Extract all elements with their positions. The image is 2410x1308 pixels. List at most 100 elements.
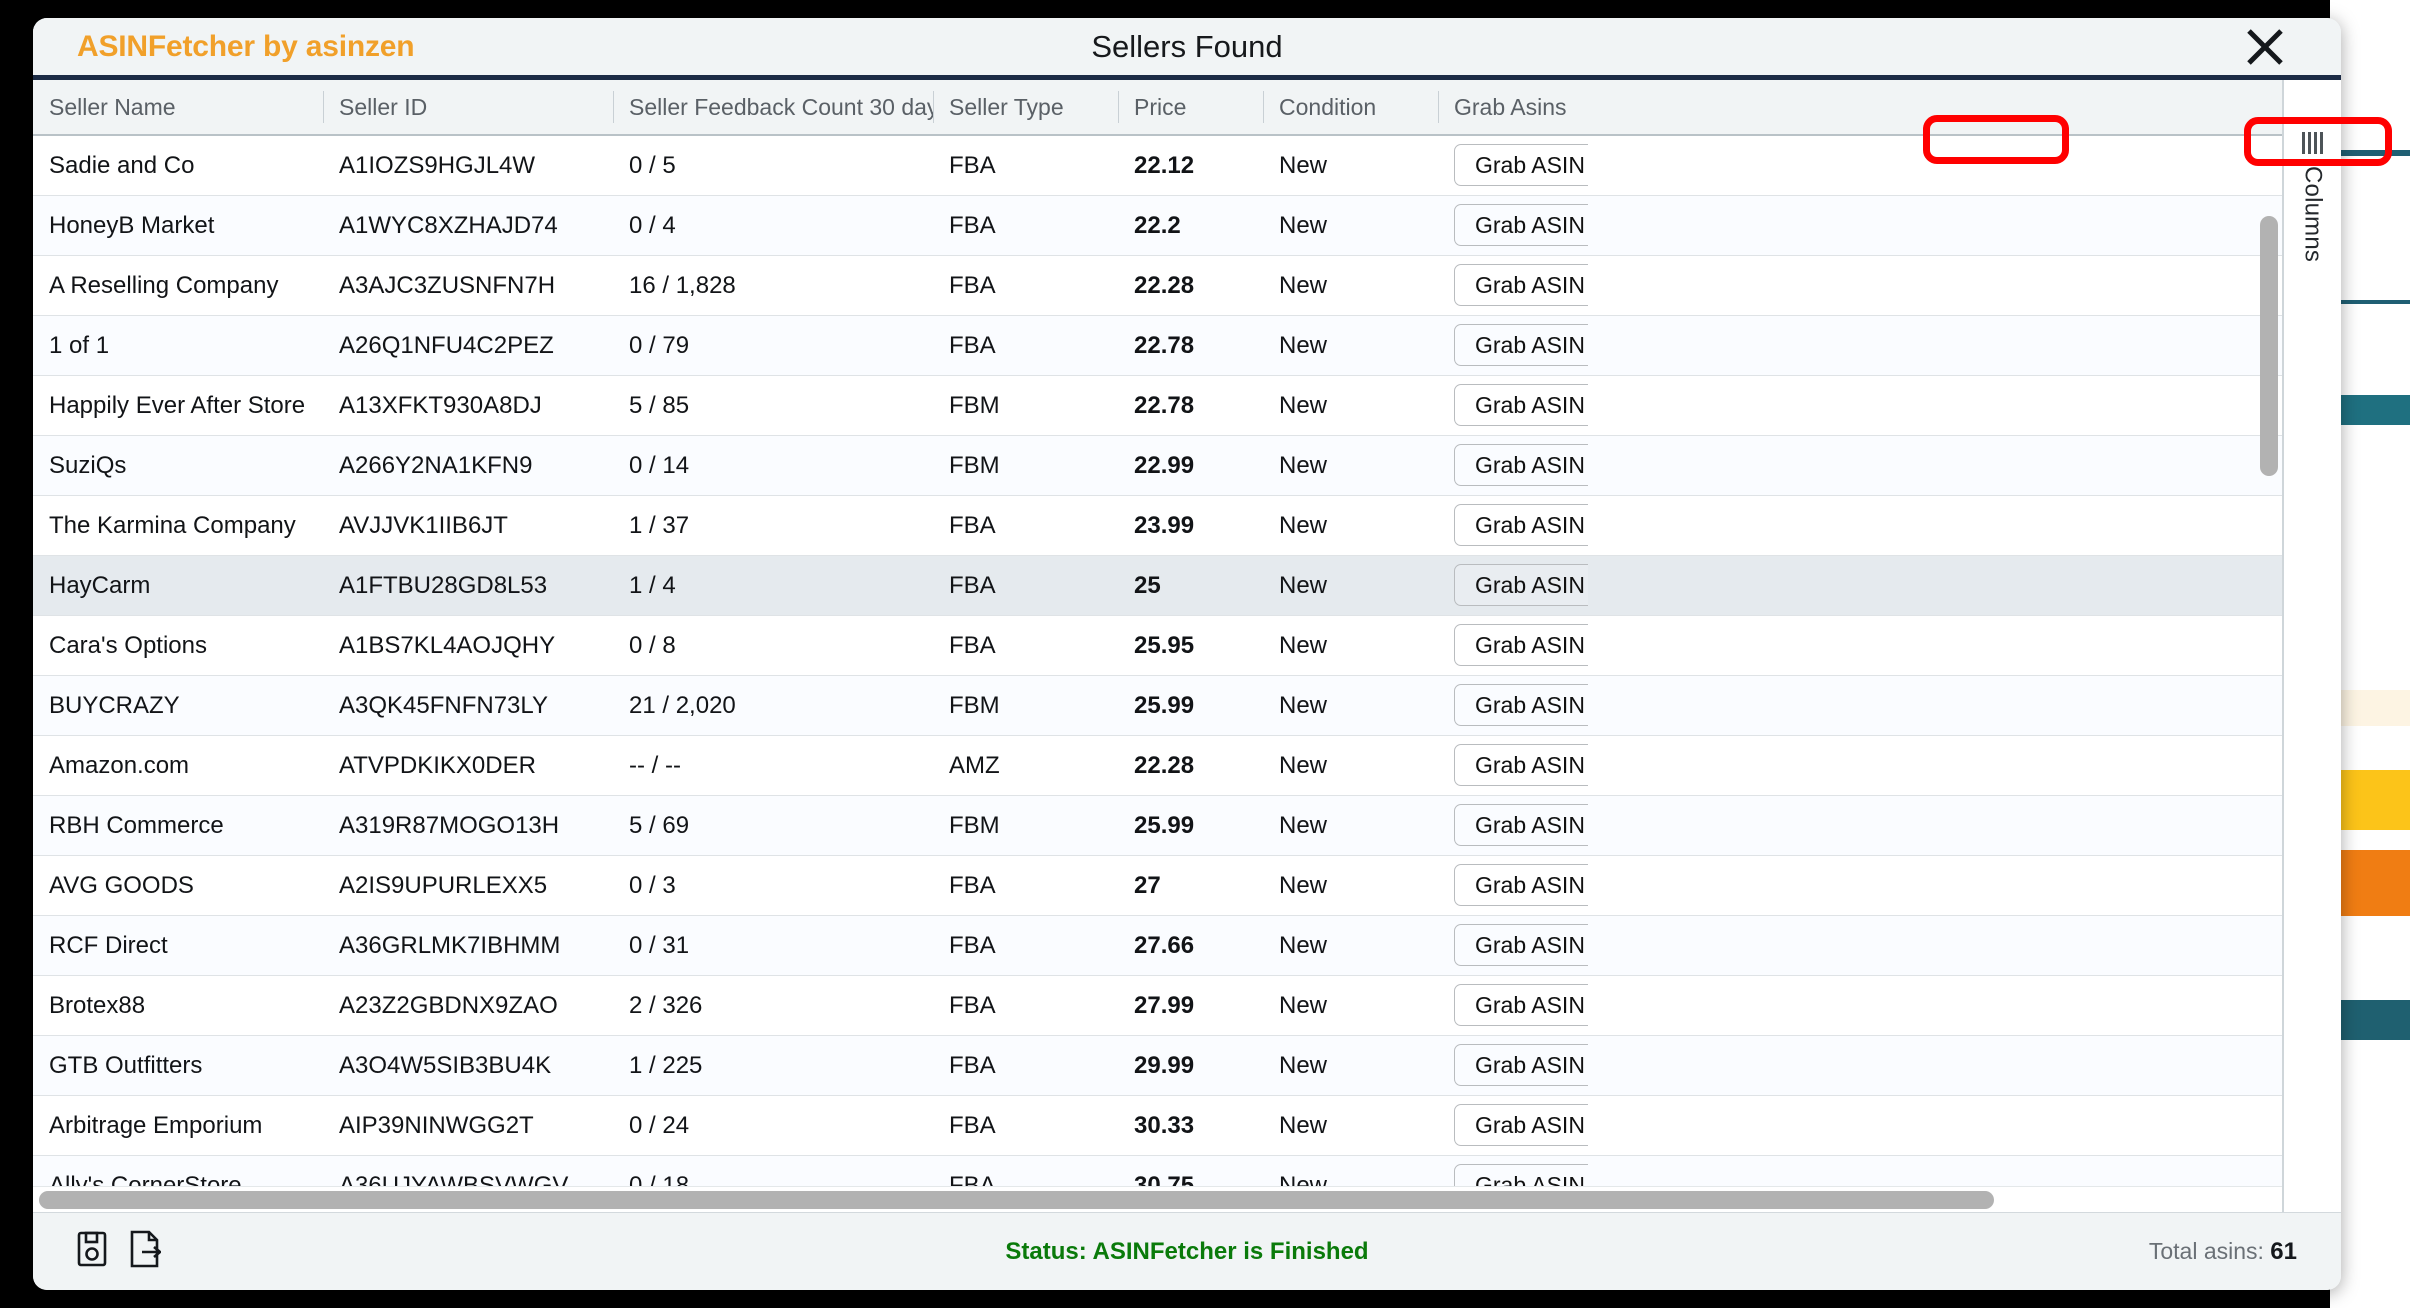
grab-asin-button[interactable]: Grab ASIN [1454,263,1588,306]
cell-seller-name: HoneyB Market [49,211,215,239]
table-row[interactable]: A Reselling Company A3AJC3ZUSNFN7H 16 / 1,… [33,256,2282,316]
table-row[interactable]: AVG GOODS A2IS9UPURLEXX5 0 / 3 FBA 27 New Grab… [33,856,2282,916]
cell-grab-asins: Grab ASIN [1438,376,1588,436]
close-icon[interactable] [2241,23,2289,71]
table-row[interactable]: Happily Ever After Store A13XFKT930A8DJ 5 … [33,376,2282,436]
table-horizontal-scrollbar[interactable] [33,1186,2282,1212]
table-row[interactable]: RBH Commerce A319R87MOGO13H 5 / 69 FBM 25.99… [33,796,2282,856]
cell-feedback-count: 0 / 3 [629,871,676,899]
cell-condition: New [1279,931,1328,959]
cell-seller-name: HayCarm [49,571,151,599]
cell-seller-id: A23Z2GBDNX9ZAO [339,991,558,1019]
cell-seller-type: AMZ [949,751,1000,779]
cell-feedback-count: 0 / 31 [629,931,690,959]
grab-asin-button[interactable]: Grab ASIN [1454,683,1588,726]
grab-asin-button[interactable]: Grab ASIN [1454,443,1588,486]
cell-condition: New [1279,391,1328,419]
column-header-seller-name[interactable]: Seller Name [33,79,323,135]
columns-panel-tab[interactable]: Columns [2283,80,2341,1212]
grab-asin-button[interactable]: Grab ASIN [1454,503,1588,546]
table-row[interactable]: SuziQs A266Y2NA1KFN9 0 / 14 FBM 22.99 New Grab… [33,436,2282,496]
cell-feedback-count: 1 / 225 [629,1051,703,1079]
cell-seller-id: AVJJVK1IIB6JT [339,511,508,539]
cell-grab-asins: Grab ASIN [1438,916,1588,976]
cell-condition: New [1279,271,1328,299]
table-row[interactable]: 1 of 1 A26Q1NFU4C2PEZ 0 / 79 FBA 22.78 New Gra… [33,316,2282,376]
table-row[interactable]: Cara's Options A1BS7KL4AOJQHY 0 / 8 FBA 25.9… [33,616,2282,676]
cell-grab-asins: Grab ASIN [1438,196,1588,256]
cell-price: 30.33 [1134,1111,1195,1139]
table-body[interactable]: Sadie and Co A1IOZS9HGJL4W 0 / 5 FBA 22.12 Ne… [33,136,2282,1186]
table-row[interactable]: GTB Outfitters A3O4W5SIB3BU4K 1 / 225 FBA 29… [33,1036,2282,1096]
cell-seller-id: A3AJC3ZUSNFN7H [339,271,556,299]
cell-feedback-count: 1 / 37 [629,511,690,539]
cell-seller-name: 1 of 1 [49,331,110,359]
table-vertical-scrollbar[interactable] [2260,194,2278,1186]
cell-seller-id: A1FTBU28GD8L53 [339,571,548,599]
cell-feedback-count: 0 / 18 [629,1171,690,1187]
column-header-condition[interactable]: Condition [1263,79,1438,135]
cell-condition: New [1279,1111,1328,1139]
horizontal-scroll-thumb[interactable] [39,1191,1994,1209]
cell-seller-name: Arbitrage Emporium [49,1111,263,1139]
cell-grab-asins: Grab ASIN [1438,496,1588,556]
cell-seller-name: RCF Direct [49,931,168,959]
grab-asin-button[interactable]: Grab ASIN [1454,1043,1588,1086]
vertical-scroll-thumb[interactable] [2260,216,2278,476]
cell-grab-asins: Grab ASIN [1438,616,1588,676]
cell-feedback-count: -- / -- [629,751,681,779]
column-header-seller-id[interactable]: Seller ID [323,79,613,135]
table-row[interactable]: Amazon.com ATVPDKIKX0DER -- / -- AMZ 22.28 Ne… [33,736,2282,796]
grab-asin-button[interactable]: Grab ASIN [1454,1103,1588,1146]
grab-asin-button[interactable]: Grab ASIN [1454,863,1588,906]
cell-feedback-count: 2 / 326 [629,991,703,1019]
grab-asin-button[interactable]: Grab ASIN [1454,983,1588,1026]
grab-asin-button[interactable]: Grab ASIN [1454,323,1588,366]
column-header-price[interactable]: Price [1118,79,1263,135]
cell-condition: New [1279,211,1328,239]
cell-grab-asins: Grab ASIN [1438,796,1588,856]
cell-seller-id: A319R87MOGO13H [339,811,560,839]
table-row[interactable]: BUYCRAZY A3QK45FNFN73LY 21 / 2,020 FBM 25.99… [33,676,2282,736]
table-row[interactable]: The Karmina Company AVJJVK1IIB6JT 1 / 37 FB… [33,496,2282,556]
column-header-feedback-count[interactable]: Seller Feedback Count 30 days/Life... [613,79,933,135]
table-row[interactable]: Brotex88 A23Z2GBDNX9ZAO 2 / 326 FBA 27.99 New… [33,976,2282,1036]
grab-asin-button[interactable]: Grab ASIN [1454,143,1588,186]
cell-condition: New [1279,691,1328,719]
cell-feedback-count: 1 / 4 [629,571,676,599]
cell-condition: New [1279,1051,1328,1079]
table-row[interactable]: Ally's CornerStore A36UJYAWBSVWGV 0 / 18 FB… [33,1156,2282,1186]
cell-seller-id: A26Q1NFU4C2PEZ [339,331,554,359]
cell-price: 29.99 [1134,1051,1195,1079]
grab-asin-button[interactable]: Grab ASIN [1454,803,1588,846]
grab-asin-button[interactable]: Grab ASIN [1454,743,1588,786]
cell-grab-asins: Grab ASIN [1438,556,1588,616]
grab-asin-button[interactable]: Grab ASIN [1454,203,1588,246]
cell-feedback-count: 0 / 8 [629,631,676,659]
table-row[interactable]: Arbitrage Emporium AIP39NINWGG2T 0 / 24 FBA… [33,1096,2282,1156]
cell-seller-id: A3QK45FNFN73LY [339,691,548,719]
export-file-icon[interactable] [129,1230,163,1273]
cell-price: 22.78 [1134,391,1195,419]
save-file-icon[interactable] [77,1231,107,1272]
cell-price: 27 [1134,871,1161,899]
table-row[interactable]: RCF Direct A36GRLMK7IBHMM 0 / 31 FBA 27.66 Ne… [33,916,2282,976]
cell-condition: New [1279,451,1328,479]
grab-asin-button[interactable]: Grab ASIN [1454,923,1588,966]
column-header-grab-asins[interactable]: Grab Asins [1438,79,1588,135]
cell-feedback-count: 0 / 79 [629,331,690,359]
cell-price: 25.99 [1134,811,1195,839]
cell-seller-id: A3O4W5SIB3BU4K [339,1051,552,1079]
cell-price: 22.12 [1134,151,1195,179]
grab-asin-button[interactable]: Grab ASIN [1454,383,1588,426]
grab-asin-button[interactable]: Grab ASIN [1454,1163,1588,1186]
cell-seller-id: A36UJYAWBSVWGV [339,1171,569,1187]
cell-grab-asins: Grab ASIN [1438,1096,1588,1156]
grab-asin-button[interactable]: Grab ASIN [1454,563,1588,606]
grab-asin-button[interactable]: Grab ASIN [1454,623,1588,666]
cell-condition: New [1279,871,1328,899]
table-row[interactable]: HayCarm A1FTBU28GD8L53 1 / 4 FBA 25 New Grab A… [33,556,2282,616]
table-row[interactable]: HoneyB Market A1WYC8XZHAJD74 0 / 4 FBA 22.2 N… [33,196,2282,256]
table-row[interactable]: Sadie and Co A1IOZS9HGJL4W 0 / 5 FBA 22.12 Ne… [33,136,2282,196]
column-header-seller-type[interactable]: Seller Type [933,79,1118,135]
